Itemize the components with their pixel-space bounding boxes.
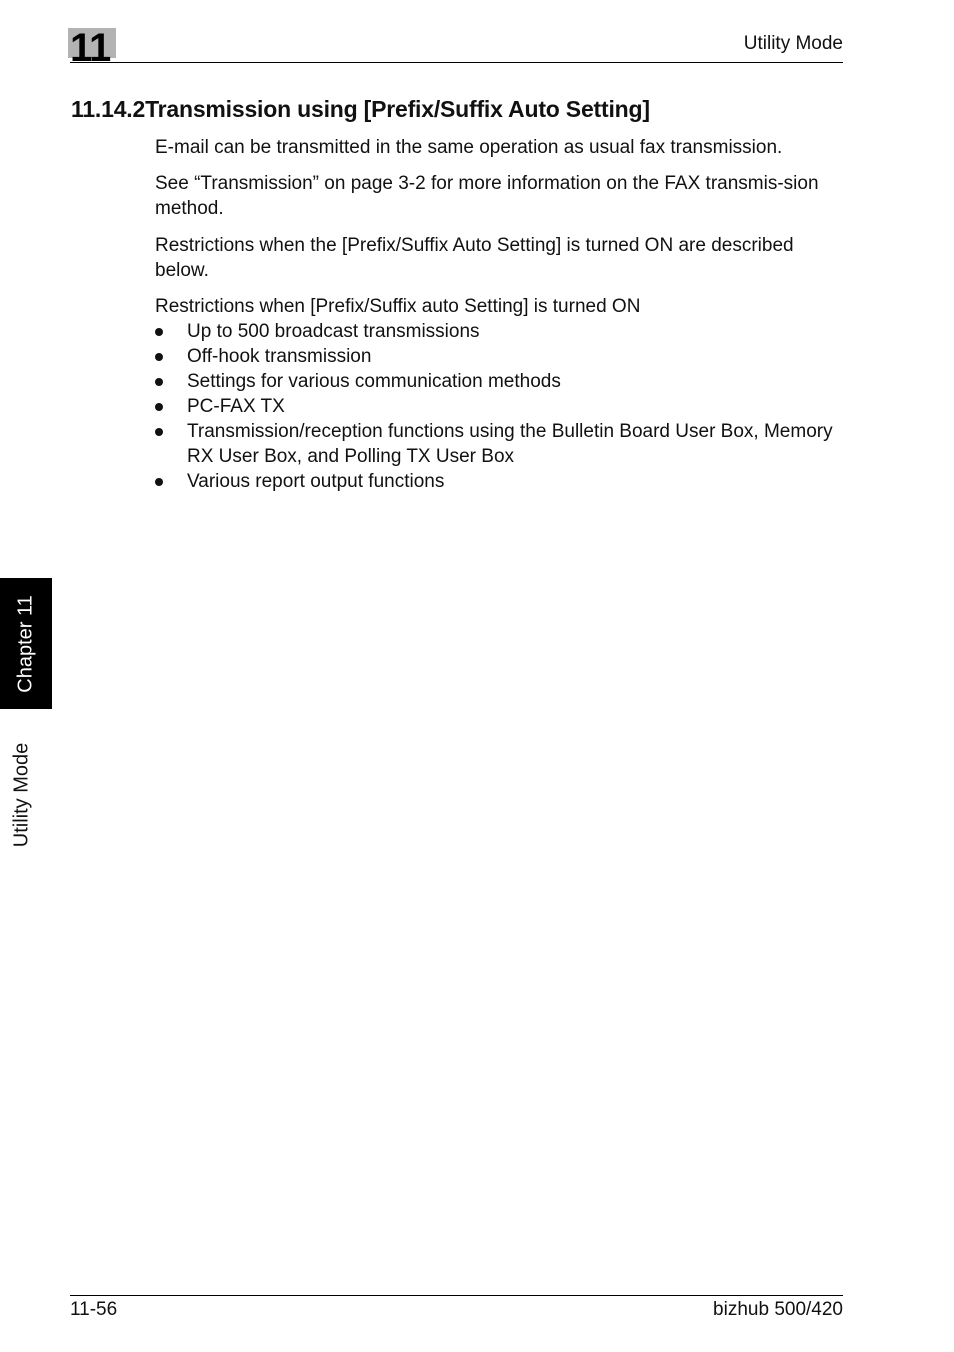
bullet-icon (155, 328, 163, 336)
side-tab-chapter: Chapter 11 (0, 578, 52, 709)
side-tab-section: Utility Mode (0, 720, 44, 870)
list-item-text: Off-hook transmission (187, 346, 372, 367)
list-item-text: Various report output functions (187, 471, 445, 492)
list-item: Off-hook transmission (155, 344, 845, 369)
restrictions-list: Up to 500 broadcast transmissions Off-ho… (155, 319, 845, 494)
list-item: Up to 500 broadcast transmissions (155, 319, 845, 344)
list-item: Transmission/reception functions using t… (155, 419, 845, 469)
bullet-icon (155, 478, 163, 486)
list-item: Various report output functions (155, 469, 845, 494)
product-name: bizhub 500/420 (713, 1299, 843, 1320)
side-tab-chapter-label: Chapter 11 (14, 594, 37, 693)
bullet-icon (155, 428, 163, 436)
list-item: Settings for various communication metho… (155, 369, 845, 394)
header-title: Utility Mode (743, 33, 843, 54)
bullet-icon (155, 403, 163, 411)
list-item: PC-FAX TX (155, 394, 845, 419)
bullet-icon (155, 378, 163, 386)
paragraph-see-transmission: See “Transmission” on page 3-2 for more … (155, 173, 819, 219)
paragraph-restrictions-heading: Restrictions when [Prefix/Suffix auto Se… (155, 296, 641, 317)
side-tab-section-label: Utility Mode (10, 742, 33, 848)
list-item-text: Up to 500 broadcast transmissions (187, 321, 480, 342)
paragraph-email-intro: E-mail can be transmitted in the same op… (155, 137, 783, 158)
list-item-text: Transmission/reception functions using t… (187, 421, 833, 467)
section-title: 11.14.2Transmission using [Prefix/Suffix… (71, 96, 650, 122)
footer-divider (70, 1295, 843, 1296)
list-item-text: Settings for various communication metho… (187, 371, 561, 392)
header-divider (70, 62, 843, 63)
list-item-text: PC-FAX TX (187, 396, 285, 417)
paragraph-restrictions-intro: Restrictions when the [Prefix/Suffix Aut… (155, 235, 794, 281)
bullet-icon (155, 353, 163, 361)
page-number: 11-56 (70, 1299, 118, 1320)
